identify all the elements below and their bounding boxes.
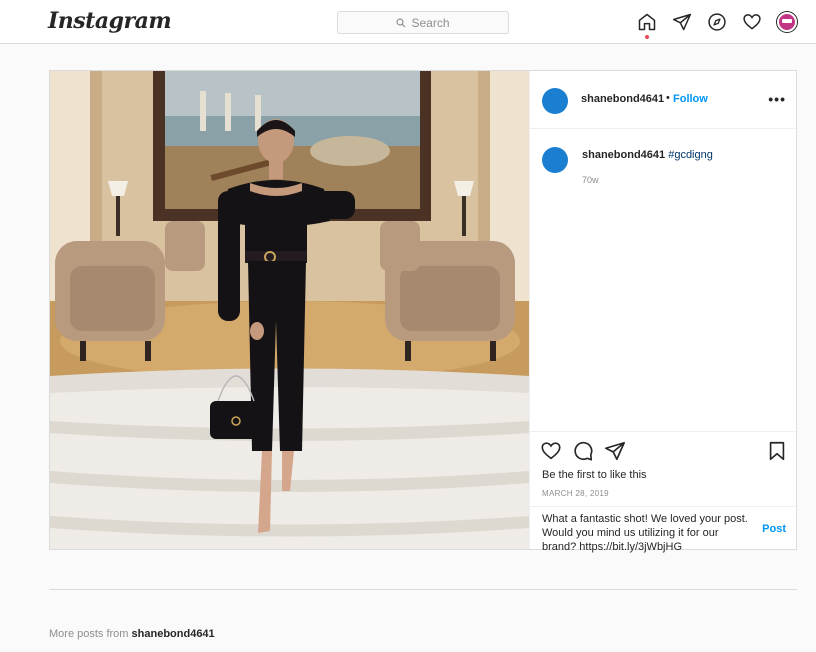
follow-button[interactable]: Follow bbox=[673, 93, 708, 105]
caption-username[interactable]: shanebond4641 bbox=[582, 149, 665, 161]
header-separator: • bbox=[666, 92, 670, 104]
post-card: shanebond4641 • Follow ••• shanebond4641… bbox=[49, 70, 798, 553]
activity-heart-icon[interactable] bbox=[741, 11, 763, 33]
like-heart-icon[interactable] bbox=[540, 440, 562, 467]
comment-icon[interactable] bbox=[572, 440, 594, 467]
avatar bbox=[777, 12, 797, 32]
explore-icon[interactable] bbox=[706, 11, 728, 33]
post-actions: Be the first to like this MARCH 28, 2019… bbox=[530, 431, 798, 553]
more-posts-heading: More posts from shanebond4641 bbox=[49, 628, 215, 640]
home-icon[interactable] bbox=[636, 11, 658, 39]
more-posts-prefix: More posts from bbox=[49, 628, 129, 640]
caption-avatar[interactable] bbox=[542, 147, 568, 173]
post-header: shanebond4641 • Follow ••• bbox=[530, 71, 798, 129]
caption-age: 70w bbox=[582, 175, 599, 185]
notification-dot bbox=[645, 35, 649, 39]
post-date: MARCH 28, 2019 bbox=[542, 489, 609, 498]
save-bookmark-icon[interactable] bbox=[766, 440, 788, 467]
author-username[interactable]: shanebond4641 bbox=[581, 93, 664, 105]
search-placeholder: Search bbox=[411, 15, 450, 30]
post-comment-button[interactable]: Post bbox=[762, 523, 786, 535]
search-icon bbox=[396, 17, 406, 27]
section-divider bbox=[49, 589, 797, 590]
likes-text[interactable]: Be the first to like this bbox=[542, 469, 647, 481]
profile-avatar[interactable] bbox=[776, 11, 798, 33]
search-input[interactable]: Search bbox=[337, 11, 509, 34]
top-nav: Instagram Search bbox=[0, 0, 816, 44]
post-caption: shanebond4641 #gcdigng bbox=[582, 149, 713, 161]
share-icon[interactable] bbox=[604, 440, 626, 467]
post-image-illustration bbox=[50, 71, 529, 549]
nav-icons bbox=[636, 11, 798, 39]
action-icons bbox=[540, 440, 626, 467]
comment-form: What a fantastic shot! We loved your pos… bbox=[530, 506, 798, 553]
comment-input[interactable]: What a fantastic shot! We loved your pos… bbox=[542, 512, 752, 554]
post-sidebar: shanebond4641 • Follow ••• shanebond4641… bbox=[529, 71, 798, 553]
direct-icon[interactable] bbox=[671, 11, 693, 33]
instagram-logo[interactable]: Instagram bbox=[48, 8, 172, 34]
post-photo[interactable] bbox=[50, 71, 529, 549]
more-options-icon[interactable]: ••• bbox=[768, 91, 786, 107]
more-posts-username[interactable]: shanebond4641 bbox=[132, 628, 215, 640]
caption-hashtag[interactable]: #gcdigng bbox=[668, 149, 713, 161]
author-avatar[interactable] bbox=[542, 88, 568, 114]
